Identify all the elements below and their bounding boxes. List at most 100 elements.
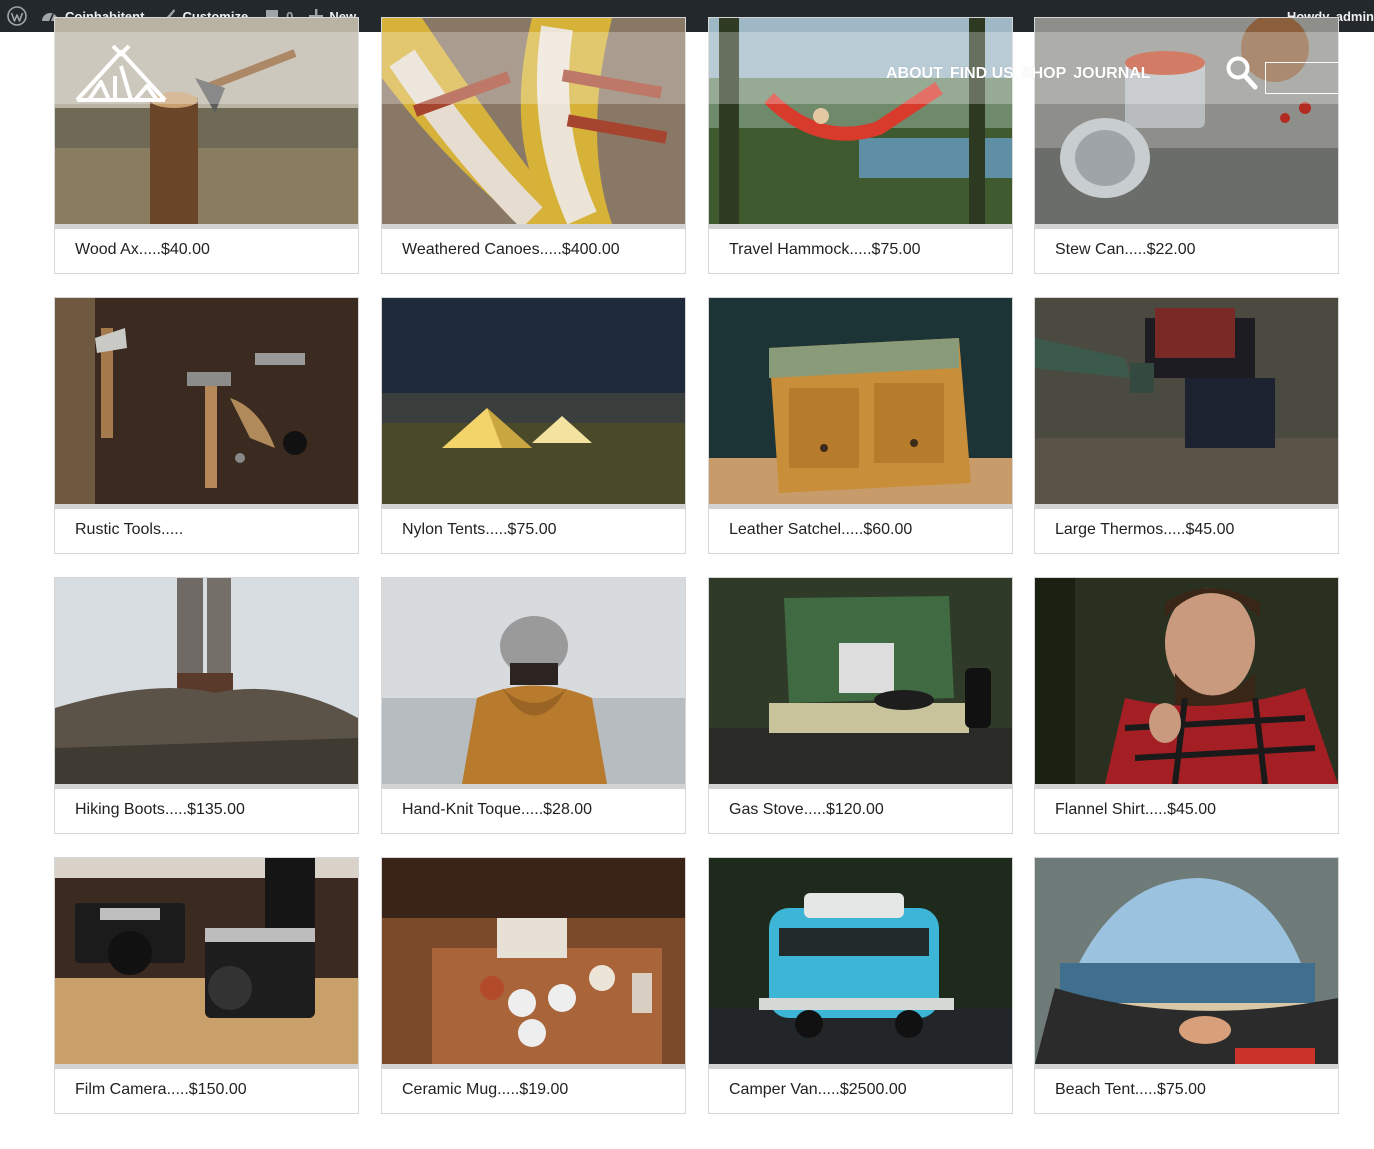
- wordpress-logo-button[interactable]: [0, 0, 33, 32]
- product-caption[interactable]: Large Thermos.....$45.00: [1055, 521, 1234, 539]
- product-price: $75.00: [507, 521, 557, 538]
- image-divider: [709, 1064, 1012, 1069]
- price-separator: .....: [497, 1081, 520, 1098]
- price-separator: .....: [166, 1081, 189, 1098]
- wordpress-icon: [7, 6, 27, 26]
- price-separator: .....: [1144, 801, 1168, 818]
- product-caption[interactable]: Hand-Knit Toque.....$28.00: [402, 801, 592, 819]
- product-card[interactable]: Hand-Knit Toque.....$28.00: [381, 577, 686, 834]
- price-separator: .....: [817, 1081, 840, 1098]
- product-price: $19.00: [519, 1081, 569, 1098]
- product-card[interactable]: Film Camera.....$150.00: [54, 857, 359, 1114]
- camera-photo[interactable]: [55, 858, 358, 1064]
- tent-logo-icon: [75, 44, 167, 102]
- product-name: Wood Ax: [75, 241, 139, 258]
- site-logo[interactable]: [75, 42, 167, 104]
- product-price: $150.00: [188, 1081, 247, 1098]
- satchel-photo[interactable]: [709, 298, 1012, 504]
- toque-photo[interactable]: [382, 578, 685, 784]
- product-caption[interactable]: Nylon Tents.....$75.00: [402, 521, 556, 539]
- image-divider: [382, 1064, 685, 1069]
- product-name: Flannel Shirt: [1055, 801, 1145, 818]
- product-name: Hiking Boots: [75, 801, 165, 818]
- product-price: $2500.00: [839, 1081, 907, 1098]
- image-divider: [709, 504, 1012, 509]
- product-name: Ceramic Mug: [402, 1081, 498, 1098]
- product-caption[interactable]: Hiking Boots.....$135.00: [75, 801, 245, 819]
- product-card[interactable]: Leather Satchel.....$60.00: [708, 297, 1013, 554]
- main-nav: ABOUT FIND US SHOP JOURNAL: [886, 65, 1158, 83]
- price-separator: .....: [520, 801, 544, 818]
- price-separator: .....: [1124, 241, 1147, 258]
- product-caption[interactable]: Weathered Canoes.....$400.00: [402, 241, 620, 259]
- site-header: ABOUT FIND US SHOP JOURNAL: [54, 32, 1374, 104]
- product-price: $400.00: [561, 241, 620, 258]
- nav-about[interactable]: ABOUT: [886, 65, 943, 83]
- price-separator: .....: [164, 801, 188, 818]
- product-caption[interactable]: Travel Hammock.....$75.00: [729, 241, 920, 259]
- flannel-photo[interactable]: [1035, 578, 1338, 784]
- product-caption[interactable]: Gas Stove.....$120.00: [729, 801, 884, 819]
- image-divider: [1035, 1064, 1338, 1069]
- image-divider: [55, 784, 358, 789]
- product-card[interactable]: Beach Tent.....$75.00: [1034, 857, 1339, 1114]
- product-price: $75.00: [871, 241, 921, 258]
- product-price: $22.00: [1146, 241, 1196, 258]
- stove-photo[interactable]: [709, 578, 1012, 784]
- product-caption[interactable]: Wood Ax.....$40.00: [75, 241, 210, 259]
- search-icon[interactable]: [1226, 56, 1258, 90]
- nav-find-us[interactable]: FIND US: [950, 65, 1014, 83]
- product-caption[interactable]: Leather Satchel.....$60.00: [729, 521, 912, 539]
- tools-photo[interactable]: [55, 298, 358, 504]
- product-card[interactable]: Nylon Tents.....$75.00: [381, 297, 686, 554]
- product-price: $75.00: [1157, 1081, 1206, 1098]
- product-card[interactable]: Rustic Tools.....: [54, 297, 359, 554]
- product-card[interactable]: Hiking Boots.....$135.00: [54, 577, 359, 834]
- price-separator: .....: [1134, 1081, 1157, 1098]
- product-name: Large Thermos: [1055, 521, 1164, 538]
- product-caption[interactable]: Beach Tent.....$75.00: [1055, 1081, 1206, 1099]
- image-divider: [709, 784, 1012, 789]
- product-card[interactable]: Large Thermos.....$45.00: [1034, 297, 1339, 554]
- product-caption[interactable]: Flannel Shirt.....$45.00: [1055, 801, 1216, 819]
- van-photo[interactable]: [709, 858, 1012, 1064]
- mugs-photo[interactable]: [382, 858, 685, 1064]
- beach-tent-photo[interactable]: [1035, 858, 1338, 1064]
- product-caption[interactable]: Stew Can.....$22.00: [1055, 241, 1196, 259]
- price-separator: .....: [138, 241, 161, 258]
- thermos-photo[interactable]: [1035, 298, 1338, 504]
- image-divider: [382, 784, 685, 789]
- price-separator: .....: [849, 241, 872, 258]
- image-divider: [1035, 504, 1338, 509]
- product-name: Nylon Tents: [402, 521, 486, 538]
- product-caption[interactable]: Camper Van.....$2500.00: [729, 1081, 907, 1099]
- image-divider: [709, 224, 1012, 229]
- image-divider: [55, 224, 358, 229]
- product-caption[interactable]: Film Camera.....$150.00: [75, 1081, 247, 1099]
- nav-shop[interactable]: SHOP: [1021, 65, 1066, 83]
- product-card[interactable]: Gas Stove.....$120.00: [708, 577, 1013, 834]
- product-name: Beach Tent: [1055, 1081, 1135, 1098]
- product-card[interactable]: Flannel Shirt.....$45.00: [1034, 577, 1339, 834]
- product-caption[interactable]: Ceramic Mug.....$19.00: [402, 1081, 568, 1099]
- price-separator: .....: [841, 521, 864, 538]
- image-divider: [1035, 784, 1338, 789]
- price-separator: .....: [160, 521, 184, 538]
- product-name: Camper Van: [729, 1081, 818, 1098]
- product-name: Rustic Tools: [75, 521, 161, 538]
- tents-photo[interactable]: [382, 298, 685, 504]
- product-card[interactable]: Ceramic Mug.....$19.00: [381, 857, 686, 1114]
- product-name: Leather Satchel: [729, 521, 842, 538]
- product-name: Weathered Canoes: [402, 241, 540, 258]
- nav-journal[interactable]: JOURNAL: [1073, 65, 1150, 83]
- image-divider: [1035, 224, 1338, 229]
- product-card[interactable]: Camper Van.....$2500.00: [708, 857, 1013, 1114]
- search-input[interactable]: [1265, 62, 1365, 94]
- product-price: $40.00: [160, 241, 210, 258]
- price-separator: .....: [539, 241, 562, 258]
- product-price: $45.00: [1185, 521, 1235, 538]
- image-divider: [382, 224, 685, 229]
- product-caption[interactable]: Rustic Tools.....: [75, 521, 183, 539]
- boots-photo[interactable]: [55, 578, 358, 784]
- product-price: $60.00: [863, 521, 913, 538]
